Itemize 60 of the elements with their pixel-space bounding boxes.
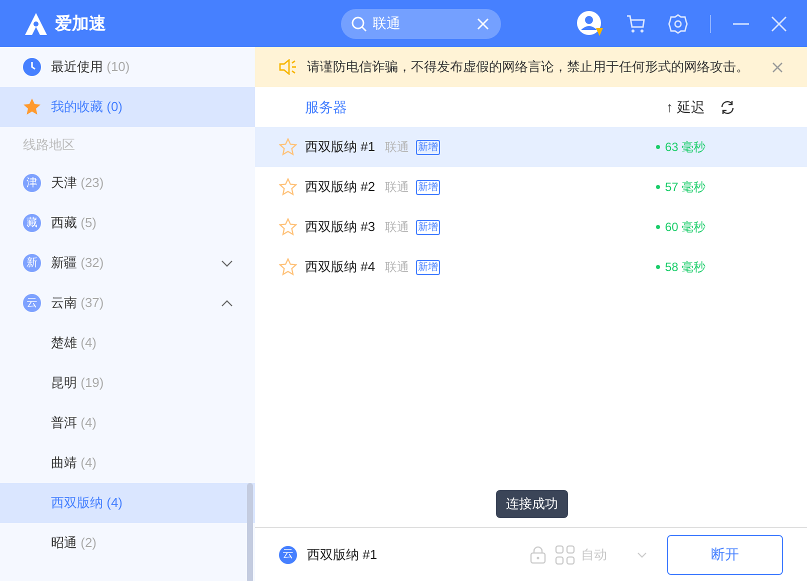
app-name: 爱加速 <box>55 12 106 35</box>
isp-label: 联通 <box>385 219 410 236</box>
sidebar-item[interactable]: 最近使用 (10) <box>0 47 255 87</box>
server-name: 西双版纳 #4 <box>305 258 376 276</box>
sidebar-item[interactable]: 普洱 (4) <box>0 403 255 443</box>
latency-value: 60 毫秒 <box>665 219 707 236</box>
clock-icon <box>23 58 41 76</box>
close-icon[interactable] <box>772 62 783 72</box>
scrollbar[interactable] <box>247 483 253 581</box>
tooltip: 连接成功 <box>496 490 568 518</box>
lock-icon[interactable] <box>529 546 547 564</box>
speaker-icon <box>279 59 297 75</box>
server-name: 西双版纳 #1 <box>305 138 376 156</box>
server-row[interactable]: 西双版纳 #1 联通 新增 63 毫秒 <box>255 127 807 167</box>
region-badge: 新 <box>23 254 41 272</box>
isp-label: 联通 <box>385 259 410 276</box>
latency-value: 63 毫秒 <box>665 139 707 156</box>
logo-icon <box>23 12 49 36</box>
region-badge: 云 <box>23 294 41 312</box>
column-header[interactable]: 服务器 <box>305 96 347 118</box>
disconnect-button[interactable]: 断开 <box>667 534 783 574</box>
region-badge: 津 <box>23 174 41 192</box>
server-name: 西双版纳 #2 <box>305 178 376 196</box>
avatar-icon[interactable] <box>576 10 604 38</box>
new-tag: 新增 <box>416 260 440 274</box>
sidebar-item[interactable]: 昆明 (19) <box>0 363 255 403</box>
latency-value: 57 毫秒 <box>665 179 707 196</box>
cart-icon[interactable] <box>626 14 646 34</box>
sidebar-item[interactable]: 新 新疆 (32) <box>0 243 255 283</box>
notice-text: 请谨防电信诈骗，不得发布虚假的网络言论，禁止用于任何形式的网络攻击。 <box>307 58 750 76</box>
star-icon[interactable] <box>279 138 297 156</box>
region-badge: 云 <box>279 546 297 564</box>
isp-label: 联通 <box>385 179 410 196</box>
search-icon <box>350 16 366 32</box>
star-icon[interactable] <box>279 178 297 196</box>
clear-icon[interactable] <box>476 18 488 30</box>
star-icon[interactable] <box>279 218 297 236</box>
column-header[interactable]: ↑ 延迟 <box>666 96 705 118</box>
connected-server: 西双版纳 #1 <box>307 546 378 564</box>
caret-icon <box>637 552 647 558</box>
star-icon[interactable] <box>279 258 297 276</box>
minimize-icon[interactable] <box>733 22 749 24</box>
sidebar-item[interactable]: 昭通 (2) <box>0 523 255 563</box>
section-label: 线路地区 <box>23 136 75 154</box>
sidebar-item[interactable]: 津 天津 (23) <box>0 163 255 203</box>
sidebar-item[interactable]: 楚雄 (4) <box>0 323 255 363</box>
refresh-icon[interactable] <box>720 100 735 114</box>
star-icon <box>23 98 41 116</box>
settings-icon[interactable] <box>668 14 688 34</box>
server-name: 西双版纳 #3 <box>305 218 376 236</box>
sidebar-item[interactable]: 云 云南 (37) <box>0 283 255 323</box>
grid-icon <box>555 544 575 564</box>
isp-label: 联通 <box>385 139 410 156</box>
new-tag: 新增 <box>416 180 440 194</box>
new-tag: 新增 <box>416 140 440 154</box>
sidebar-item[interactable]: 藏 西藏 (5) <box>0 203 255 243</box>
region-badge: 藏 <box>23 214 41 232</box>
sidebar-item[interactable]: 曲靖 (4) <box>0 443 255 483</box>
new-tag: 新增 <box>416 220 440 234</box>
latency-value: 58 毫秒 <box>665 259 707 276</box>
